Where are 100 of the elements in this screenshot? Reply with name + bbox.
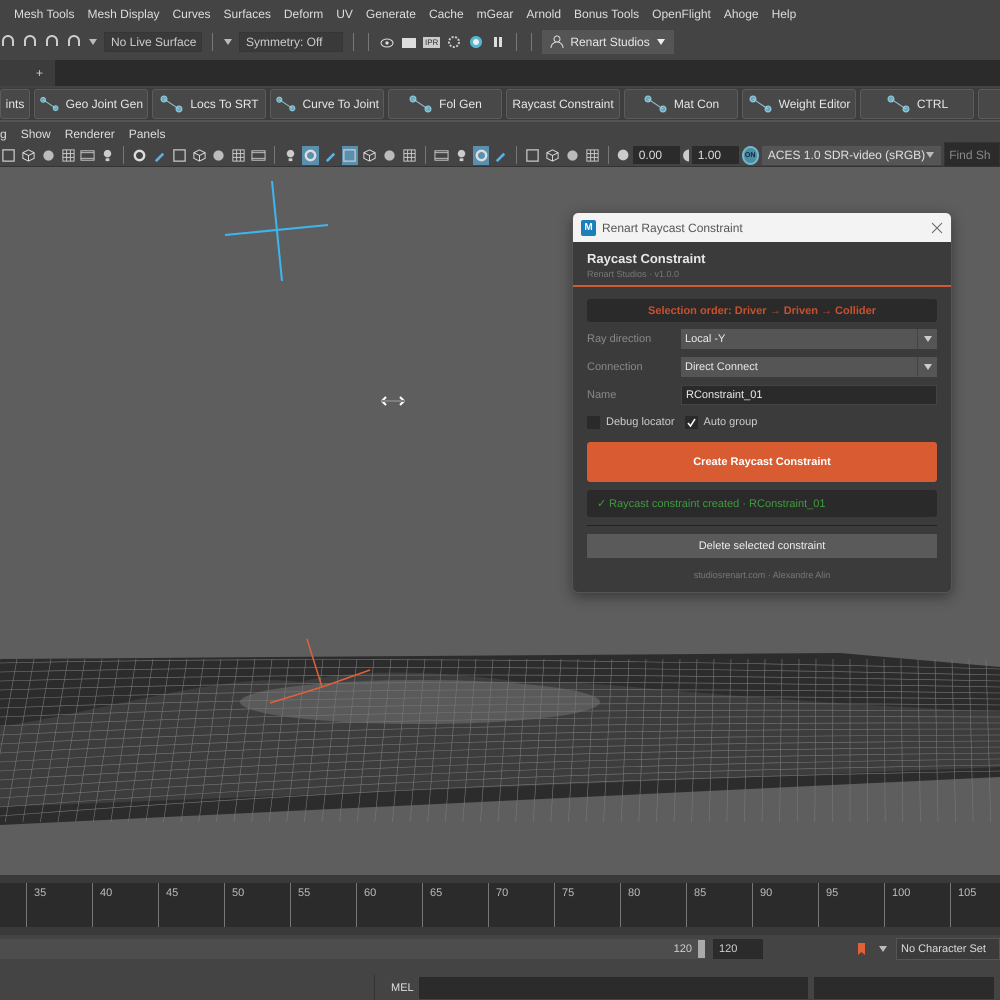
frame-label: 80 [628,887,640,899]
square-icon [0,148,16,162]
frame-label: 90 [760,887,772,899]
menu-item[interactable]: Generate [366,7,416,21]
shelf-button[interactable]: CTRL [860,89,974,119]
close-button[interactable] [931,222,943,234]
shelf-button[interactable]: Mat Con [624,89,738,119]
shelf-button[interactable]: ints [0,89,30,119]
checkbox-label: Debug locator [606,416,674,428]
square-icon [342,148,358,162]
sphere-icon [382,148,398,162]
sphere-icon [40,148,56,162]
panel-menu-item[interactable]: Show [20,127,51,141]
shelf-button[interactable]: Fol Gen [388,89,502,119]
menu-item[interactable]: Arnold [526,7,562,21]
frame-label: 105 [958,887,976,899]
menu-item[interactable]: Bonus Tools [574,7,640,21]
character-set-field[interactable]: No Character Set [896,938,1000,960]
range-handle[interactable] [698,940,705,958]
grid-icon [60,148,76,162]
menu-item[interactable]: Curves [172,7,211,21]
frame-label: 55 [298,887,310,899]
footer-text: studiosrenart.com · Alexandre Alin [694,570,830,580]
panel-menu-item[interactable]: g [0,127,7,141]
field-label: Ray direction [587,333,652,345]
delete-button[interactable]: Delete selected constraint [587,534,937,558]
end-frame-field[interactable]: 120 [713,939,763,959]
live-surface-field[interactable]: No Live Surface [104,32,202,52]
gear-icon [446,34,462,50]
shelf-button[interactable]: Curve To Joint [270,89,384,119]
checkbox-label: Auto group [704,416,758,428]
workspace-dropdown[interactable]: Renart Studios [542,30,674,54]
menu-item[interactable]: OpenFlight [652,7,711,21]
frame-label: 100 [892,887,910,899]
caret-icon [925,151,936,159]
menu-item[interactable]: mGear [476,7,514,21]
menu-item[interactable]: Mesh Tools [14,7,74,21]
menu-item[interactable]: Deform [284,7,324,21]
view-transform-dropdown[interactable]: ACES 1.0 SDR-video (sRGB) [762,146,942,164]
caret-icon [223,38,233,46]
menu-item[interactable]: Surfaces [224,7,271,21]
option-dropdown[interactable]: Local -Y [681,329,937,349]
menu-item[interactable]: Cache [428,7,464,21]
nodes-icon [642,93,669,115]
square-icon [172,148,187,162]
menu-item[interactable]: Help [772,7,796,21]
cube-icon [20,148,36,162]
sphere-icon [211,148,226,162]
field-label: Connection [587,361,644,373]
exposure-field[interactable]: 0.00 [632,146,680,164]
panel-menu-item[interactable]: Panels [128,127,166,141]
caret-icon [656,38,666,46]
grid-icon [584,148,600,162]
menu-item[interactable]: UV [336,7,353,21]
add-shelf-tab[interactable]: + [0,60,55,86]
film-icon [251,148,266,162]
cube-icon [544,148,560,162]
square-icon [525,148,540,162]
frame-label: 45 [166,887,178,899]
grid-icon [231,148,246,162]
ipr-label[interactable]: IPR [423,36,440,48]
symmetry-field[interactable]: Symmetry: Off [239,32,343,52]
menu-item[interactable]: Ahoge [724,7,759,21]
shelf-button[interactable]: Locs To SRT [152,89,266,119]
status-message: ✓ Raycast constraint created · RConstraint_01 [587,490,937,517]
option-dropdown[interactable]: Direct Connect [681,357,937,377]
caret-icon [922,363,932,371]
ring-toggle[interactable] [302,146,319,164]
gamma-field[interactable]: 1.00 [692,146,738,164]
cube-icon [192,148,207,162]
cube-icon [362,148,378,162]
menu-item[interactable]: Mesh Display [87,7,160,21]
ring-icon [474,148,488,162]
nodes-icon [159,93,186,115]
range-end-label: 120 [674,943,692,955]
record-icon [468,34,484,50]
create-button[interactable]: Create Raycast Constraint [587,442,937,482]
gamma-icon [682,148,689,162]
frame-label: 65 [430,887,442,899]
name-field[interactable]: RConstraint_01 [681,385,937,405]
frame-label: 70 [496,887,508,899]
exposure-icon [616,147,630,163]
shelf-button[interactable]: Raycast Constraint [506,89,620,119]
command-language-label[interactable]: MEL [375,982,419,994]
command-field[interactable] [418,976,808,998]
ring-toggle[interactable] [472,146,490,164]
grid-icon [402,148,418,162]
range-slider[interactable]: 120 [0,939,705,959]
frame-label: 60 [364,887,376,899]
result-field[interactable] [814,976,994,998]
checkbox[interactable] [684,416,698,428]
shelf-button[interactable]: Weight Editor [742,89,856,119]
square-toggle[interactable] [342,146,358,164]
frame-label: 85 [694,887,706,899]
ring-icon [302,148,318,162]
film-icon [80,148,96,162]
shelf-button[interactable]: Geo Joint Gen [34,89,148,119]
search-field[interactable]: Find Sh [944,142,1000,168]
frame-label: 35 [34,887,46,899]
panel-menu-item[interactable]: Renderer [64,127,115,141]
